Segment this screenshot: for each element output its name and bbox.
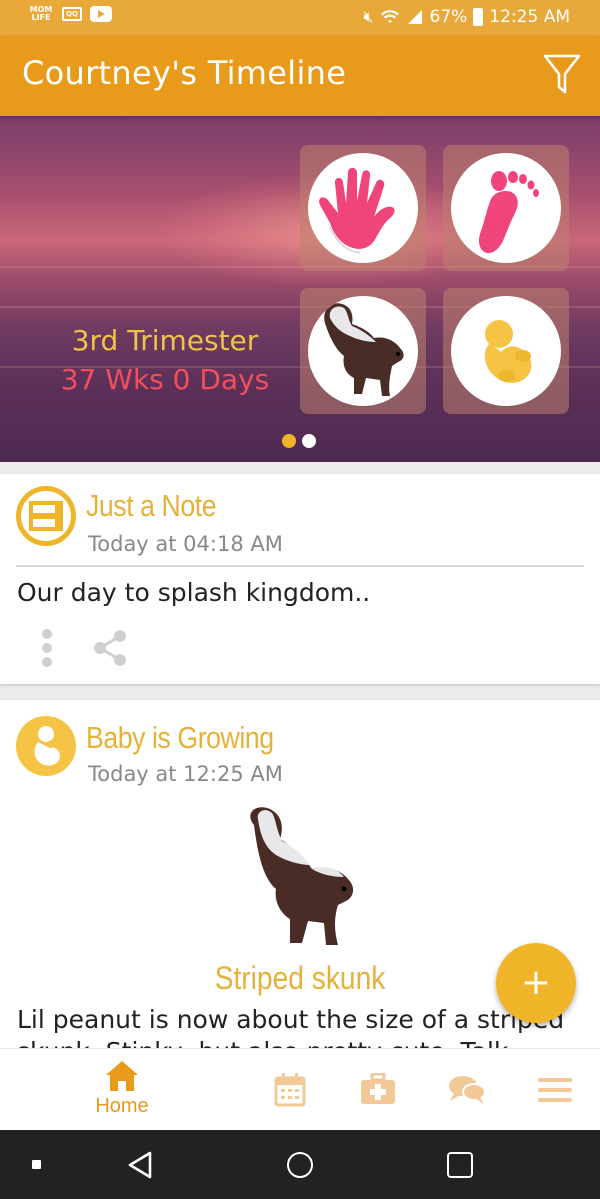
home-system-button[interactable]	[260, 1130, 340, 1199]
divider	[16, 565, 584, 567]
pregnancy-progress-banner[interactable]: 3rd Trimester 37 Wks 0 Days	[0, 116, 600, 462]
filter-icon[interactable]	[542, 52, 582, 96]
note-icon	[16, 486, 76, 546]
page-title: Courtney's Timeline	[22, 54, 347, 92]
baby-growing-icon	[16, 716, 76, 776]
foot-print-icon	[479, 171, 539, 254]
nav-home-label: Home	[95, 1095, 149, 1117]
size-comparison-tile[interactable]	[300, 288, 426, 414]
app-bar: Courtney's Timeline	[0, 36, 600, 116]
card-title: Baby is Growing	[86, 720, 274, 755]
add-entry-button[interactable]: +	[496, 943, 576, 1023]
animal-name: Striped skunk	[214, 960, 386, 996]
notification-icon: QQ	[62, 7, 82, 21]
skunk-illustration	[250, 807, 354, 945]
calendar-icon	[274, 1073, 306, 1107]
card-timestamp: Today at 12:25 AM	[88, 762, 283, 786]
chat-bubbles-icon	[449, 1076, 486, 1104]
square-dot-icon	[32, 1160, 41, 1169]
home-circle-icon	[287, 1152, 313, 1178]
wifi-icon	[380, 10, 399, 23]
nav-messages[interactable]	[436, 1049, 496, 1131]
nav-calendar[interactable]	[260, 1049, 320, 1131]
baby-size-description: Lil peanut is now about the size of a st…	[17, 1005, 564, 1048]
back-triangle-icon	[128, 1151, 152, 1179]
timeline-card-note[interactable]: Just a Note Today at 04:18 AM Our day to…	[0, 474, 600, 684]
skunk-image	[324, 303, 404, 396]
battery-icon	[473, 8, 484, 26]
hand-print-icon	[319, 167, 395, 254]
status-bar: MOM LIFE QQ 🔇︎ 67% 12:25 AM	[0, 0, 600, 36]
trimester-label: 3rd Trimester	[71, 324, 259, 357]
recents-button[interactable]	[420, 1130, 500, 1199]
card-title: Just a Note	[86, 488, 217, 523]
share-icon[interactable]	[90, 628, 130, 668]
hand-print-tile[interactable]	[300, 145, 426, 271]
back-button[interactable]	[100, 1130, 180, 1199]
mute-icon: 🔇︎	[363, 7, 374, 26]
recents-square-icon	[447, 1152, 473, 1178]
baby-development-tile[interactable]	[443, 288, 569, 414]
carousel-dot-active[interactable]	[282, 434, 296, 448]
mom-life-logo: MOM LIFE	[29, 5, 53, 22]
carousel-indicator[interactable]	[282, 434, 316, 448]
recent-dot-button[interactable]	[0, 1130, 80, 1199]
baby-fetus-icon	[484, 320, 532, 383]
home-icon	[106, 1061, 138, 1091]
foot-print-tile[interactable]	[443, 145, 569, 271]
note-text: Our day to splash kingdom..	[17, 578, 371, 607]
carousel-dot[interactable]	[302, 434, 316, 448]
card-timestamp: Today at 04:18 AM	[88, 532, 283, 556]
medical-kit-icon	[361, 1073, 395, 1104]
system-navigation-bar	[0, 1130, 600, 1199]
more-options-icon[interactable]	[36, 628, 58, 668]
battery-percent: 67%	[429, 7, 468, 27]
bottom-navigation: Home	[0, 1048, 600, 1130]
nav-home[interactable]: Home	[72, 1049, 172, 1131]
nav-health[interactable]	[348, 1049, 408, 1131]
nav-menu[interactable]	[526, 1049, 586, 1131]
youtube-icon	[90, 6, 112, 22]
menu-icon	[538, 1078, 572, 1102]
signal-icon	[407, 10, 422, 24]
clock: 12:25 AM	[489, 7, 570, 27]
weeks-count: 37 Wks 0 Days	[60, 363, 270, 396]
